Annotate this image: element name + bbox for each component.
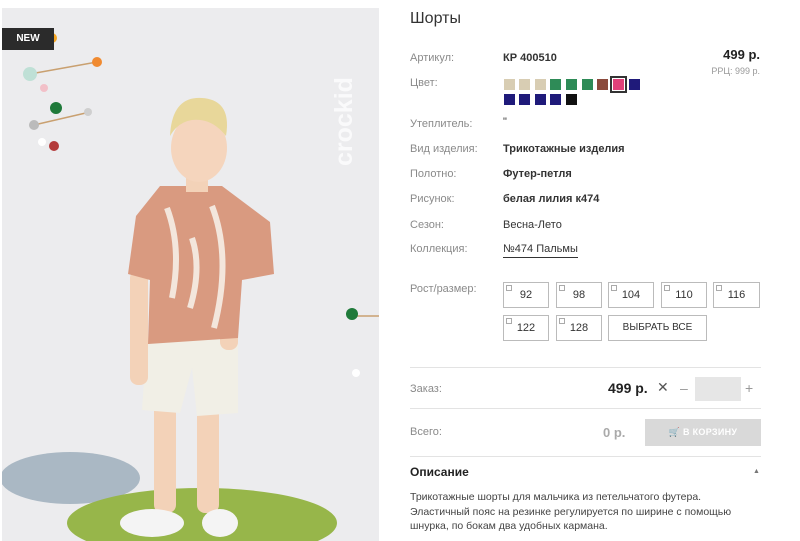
color-swatch[interactable] bbox=[535, 94, 546, 105]
rrp-price: РРЦ: 999 р. bbox=[711, 66, 760, 76]
size-value: 116 bbox=[727, 289, 746, 301]
product-photo[interactable]: NEW crockid bbox=[2, 8, 379, 541]
decrement-button[interactable]: – bbox=[680, 380, 688, 396]
total-label: Всего: bbox=[410, 426, 442, 438]
add-to-cart-label: В КОРЗИНУ bbox=[683, 427, 738, 437]
divider bbox=[410, 367, 761, 368]
type-label: Вид изделия: bbox=[410, 143, 478, 155]
order-price: 499 р. bbox=[608, 380, 648, 396]
collection-label: Коллекция: bbox=[410, 243, 468, 255]
brand-logo: crockid bbox=[330, 77, 358, 166]
collection-link[interactable]: №474 Пальмы bbox=[503, 243, 578, 258]
divider bbox=[410, 408, 761, 409]
color-swatch[interactable] bbox=[550, 79, 561, 90]
size-value: 122 bbox=[516, 322, 536, 334]
select-all-button[interactable]: ВЫБРАТЬ ВСЕ bbox=[608, 315, 707, 341]
size-value: 104 bbox=[621, 289, 641, 301]
checkbox-icon bbox=[506, 318, 512, 324]
checkbox-icon bbox=[716, 285, 722, 291]
color-swatch[interactable] bbox=[550, 94, 561, 105]
season-value: Весна-Лето bbox=[503, 219, 562, 231]
total-value: 0 р. bbox=[603, 425, 626, 440]
chevron-up-icon[interactable]: ▲ bbox=[753, 468, 760, 475]
pattern-label: Рисунок: bbox=[410, 193, 455, 205]
checkbox-icon bbox=[559, 318, 565, 324]
color-swatch[interactable] bbox=[610, 76, 627, 93]
size-option[interactable]: 104 bbox=[608, 282, 654, 308]
description-toggle[interactable]: Описание bbox=[410, 465, 469, 479]
size-value: 128 bbox=[569, 322, 589, 334]
insulation-label: Утеплитель: bbox=[410, 118, 473, 130]
quantity-input[interactable] bbox=[695, 377, 741, 401]
order-label: Заказ: bbox=[410, 383, 442, 395]
size-value: 92 bbox=[519, 289, 533, 301]
product-title: Шорты bbox=[410, 10, 461, 27]
new-badge: NEW bbox=[2, 28, 54, 50]
size-option[interactable]: 92 bbox=[503, 282, 549, 308]
size-option[interactable]: 98 bbox=[556, 282, 602, 308]
size-option[interactable]: 128 bbox=[556, 315, 602, 341]
color-swatch[interactable] bbox=[535, 79, 546, 90]
checkbox-icon bbox=[506, 285, 512, 291]
color-swatch[interactable] bbox=[566, 94, 577, 105]
color-swatch[interactable] bbox=[566, 79, 577, 90]
fabric-label: Полотно: bbox=[410, 168, 457, 180]
article-value: КР 400510 bbox=[503, 52, 557, 64]
product-price: 499 р. bbox=[723, 47, 760, 62]
size-value: 98 bbox=[572, 289, 586, 301]
svg-text:crockid: crockid bbox=[330, 77, 358, 166]
color-swatch[interactable] bbox=[597, 79, 608, 90]
increment-button[interactable]: + bbox=[745, 380, 753, 396]
add-to-cart-button[interactable]: 🛒 В КОРЗИНУ bbox=[645, 419, 761, 446]
size-value: 110 bbox=[675, 289, 693, 301]
color-swatch[interactable] bbox=[519, 94, 530, 105]
size-label: Рост/размер: bbox=[410, 283, 477, 295]
fabric-value: Футер-петля bbox=[503, 168, 572, 180]
size-option[interactable]: 122 bbox=[503, 315, 549, 341]
size-option[interactable]: 116 bbox=[713, 282, 760, 308]
color-swatch[interactable] bbox=[629, 79, 640, 90]
checkbox-icon bbox=[611, 285, 617, 291]
color-swatch[interactable] bbox=[519, 79, 530, 90]
color-label: Цвет: bbox=[410, 77, 438, 89]
pattern-value: белая лилия к474 bbox=[503, 193, 600, 205]
color-swatch[interactable] bbox=[582, 79, 593, 90]
description-text: Трикотажные шорты для мальчика из петель… bbox=[410, 491, 732, 532]
checkbox-icon bbox=[559, 285, 565, 291]
product-image bbox=[2, 8, 379, 541]
divider bbox=[410, 456, 761, 457]
article-label: Артикул: bbox=[410, 52, 455, 64]
color-swatch[interactable] bbox=[504, 79, 515, 90]
type-value: Трикотажные изделия bbox=[503, 143, 625, 155]
season-label: Сезон: bbox=[410, 219, 444, 231]
cart-icon: 🛒 bbox=[668, 427, 681, 437]
clear-icon[interactable]: ✕ bbox=[657, 379, 669, 396]
checkbox-icon bbox=[664, 285, 670, 291]
size-option[interactable]: 110 bbox=[661, 282, 707, 308]
insulation-value: " bbox=[503, 116, 507, 128]
color-swatch[interactable] bbox=[504, 94, 515, 105]
